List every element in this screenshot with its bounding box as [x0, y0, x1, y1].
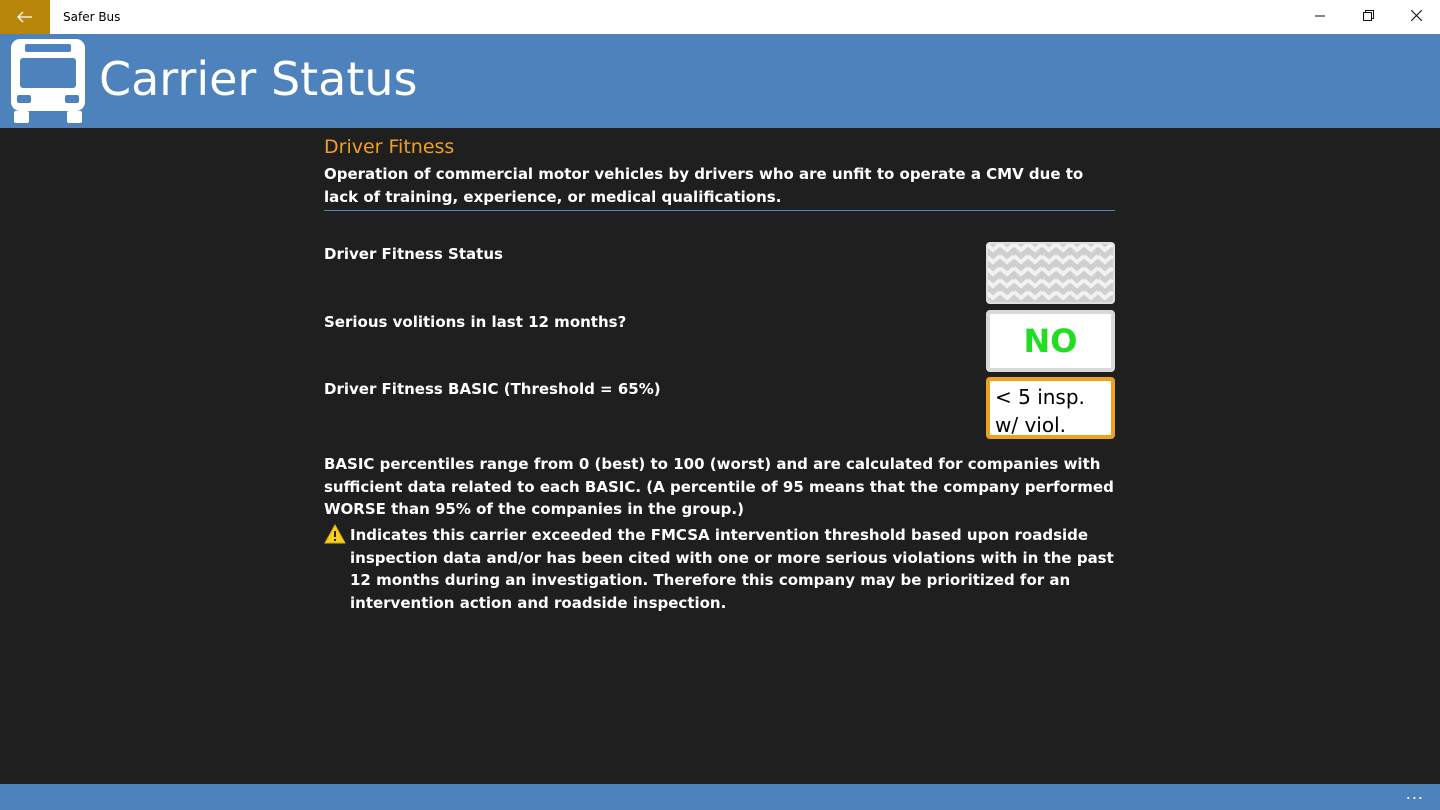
driver-fitness-status-label: Driver Fitness Status: [324, 245, 503, 263]
warning-note: Indicates this carrier exceeded the FMCS…: [324, 523, 1116, 615]
serious-violations-value: NO: [986, 310, 1115, 372]
driver-fitness-status-tile: [986, 242, 1115, 304]
basic-value: < 5 insp. w/ viol.: [986, 377, 1115, 439]
minimize-button[interactable]: [1296, 0, 1344, 34]
minimize-icon: [1315, 9, 1325, 25]
more-button[interactable]: ...: [1406, 784, 1424, 803]
section-description: Operation of commercial motor vehicles b…: [324, 165, 1084, 206]
percentile-explanation: BASIC percentiles range from 0 (best) to…: [324, 455, 1114, 519]
app-title: Safer Bus: [63, 10, 121, 24]
bottom-app-bar: ...: [0, 784, 1440, 810]
arrow-left-icon: [17, 8, 33, 27]
warning-text: Indicates this carrier exceeded the FMCS…: [350, 526, 1114, 613]
page-title: Carrier Status: [99, 52, 418, 106]
serious-violations-label: Serious volitions in last 12 months?: [324, 313, 627, 331]
page-header: Carrier Status: [0, 34, 1440, 128]
section-title: Driver Fitness: [324, 136, 455, 158]
close-icon: [1410, 9, 1422, 25]
warning-triangle-icon: [324, 523, 350, 615]
restore-icon: [1362, 9, 1374, 25]
basic-threshold-label: Driver Fitness BASIC (Threshold = 65%): [324, 380, 661, 398]
window-controls: [1296, 0, 1440, 34]
hatched-status-icon: [986, 242, 1115, 304]
bus-icon: [11, 39, 85, 129]
restore-button[interactable]: [1344, 0, 1392, 34]
close-button[interactable]: [1392, 0, 1440, 34]
back-button[interactable]: [0, 0, 50, 34]
title-bar: Safer Bus: [0, 0, 1440, 34]
divider: [324, 210, 1115, 211]
